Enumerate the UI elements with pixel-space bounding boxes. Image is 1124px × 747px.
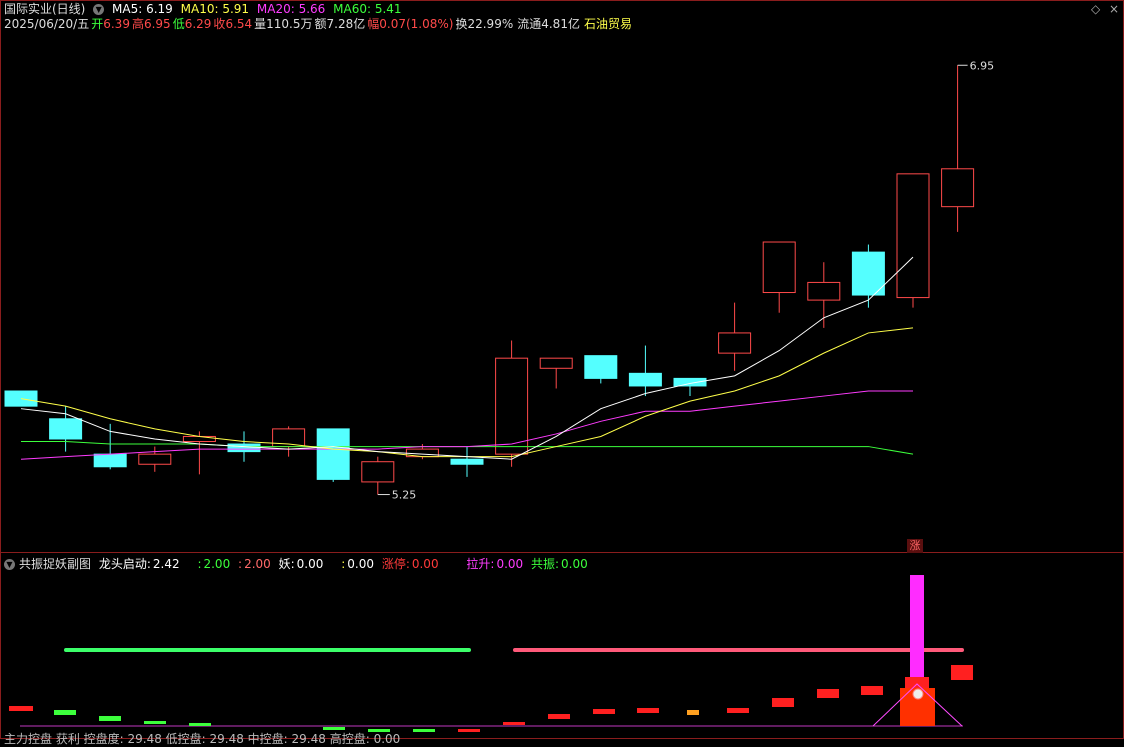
longtou-label: 龙头启动:: [98, 557, 151, 571]
candle-up: [138, 453, 172, 465]
gongzhen-value: 0.00: [561, 557, 588, 571]
candle-up: [361, 461, 395, 483]
candle-down: [450, 458, 484, 465]
ma10-line: [20, 327, 914, 458]
yao-value: 0.00: [296, 557, 324, 571]
candle-down: [49, 418, 83, 440]
v2-label: :: [238, 557, 243, 571]
candle-up: [539, 357, 573, 369]
low-price-label: 5.25: [392, 489, 417, 502]
yao-label: 妖:: [278, 557, 295, 571]
sub-title[interactable]: 共振捉妖副图: [19, 557, 91, 571]
bottom-indicator-text: 主力控盘 获利 控盘度: 29.48 低控盘: 29.48 中控盘: 29.48…: [4, 732, 401, 746]
panel-divider[interactable]: [1, 552, 1123, 553]
candle-up: [495, 357, 529, 455]
v3-label: :: [341, 557, 346, 571]
candle-down: [628, 372, 662, 387]
candle-up: [762, 241, 796, 294]
candle-down: [584, 355, 618, 379]
candle-up: [896, 173, 930, 299]
v1-value: 2.00: [203, 557, 231, 571]
zhangting-value: 0.00: [411, 557, 439, 571]
chevron-down-icon[interactable]: ▼: [4, 559, 15, 570]
lasheng-value: 0.00: [496, 557, 524, 571]
candle-down: [316, 428, 350, 480]
candle-up: [941, 168, 975, 208]
bottom-indicator-header: 主力控盘 获利 控盘度: 29.48 低控盘: 29.48 中控盘: 29.48…: [4, 731, 404, 747]
limit-up-mark: 涨: [907, 539, 923, 553]
candlestick-chart[interactable]: 6.95 5.25: [0, 0, 1124, 552]
candle-down: [93, 453, 127, 468]
candle-down: [851, 251, 885, 296]
sub-indicator-header: ▼ 共振捉妖副图 龙头启动: 2.42 :2.00 :2.00 妖: 0.00 :0.…: [4, 556, 592, 572]
v3-value: 0.00: [347, 557, 374, 571]
v2-value: 2.00: [244, 557, 271, 571]
zhangting-label: 涨停:: [381, 557, 410, 571]
gongzhen-label: 共振:: [531, 557, 560, 571]
candle-up: [718, 332, 752, 354]
v1-label: :: [197, 557, 202, 571]
lasheng-label: 拉升:: [466, 557, 495, 571]
high-price-label: 6.95: [970, 59, 995, 72]
candle-down: [673, 377, 707, 387]
longtou-value: 2.42: [152, 557, 180, 571]
candle-up: [807, 281, 841, 301]
candle-down: [227, 443, 261, 453]
candle-up: [182, 435, 216, 443]
